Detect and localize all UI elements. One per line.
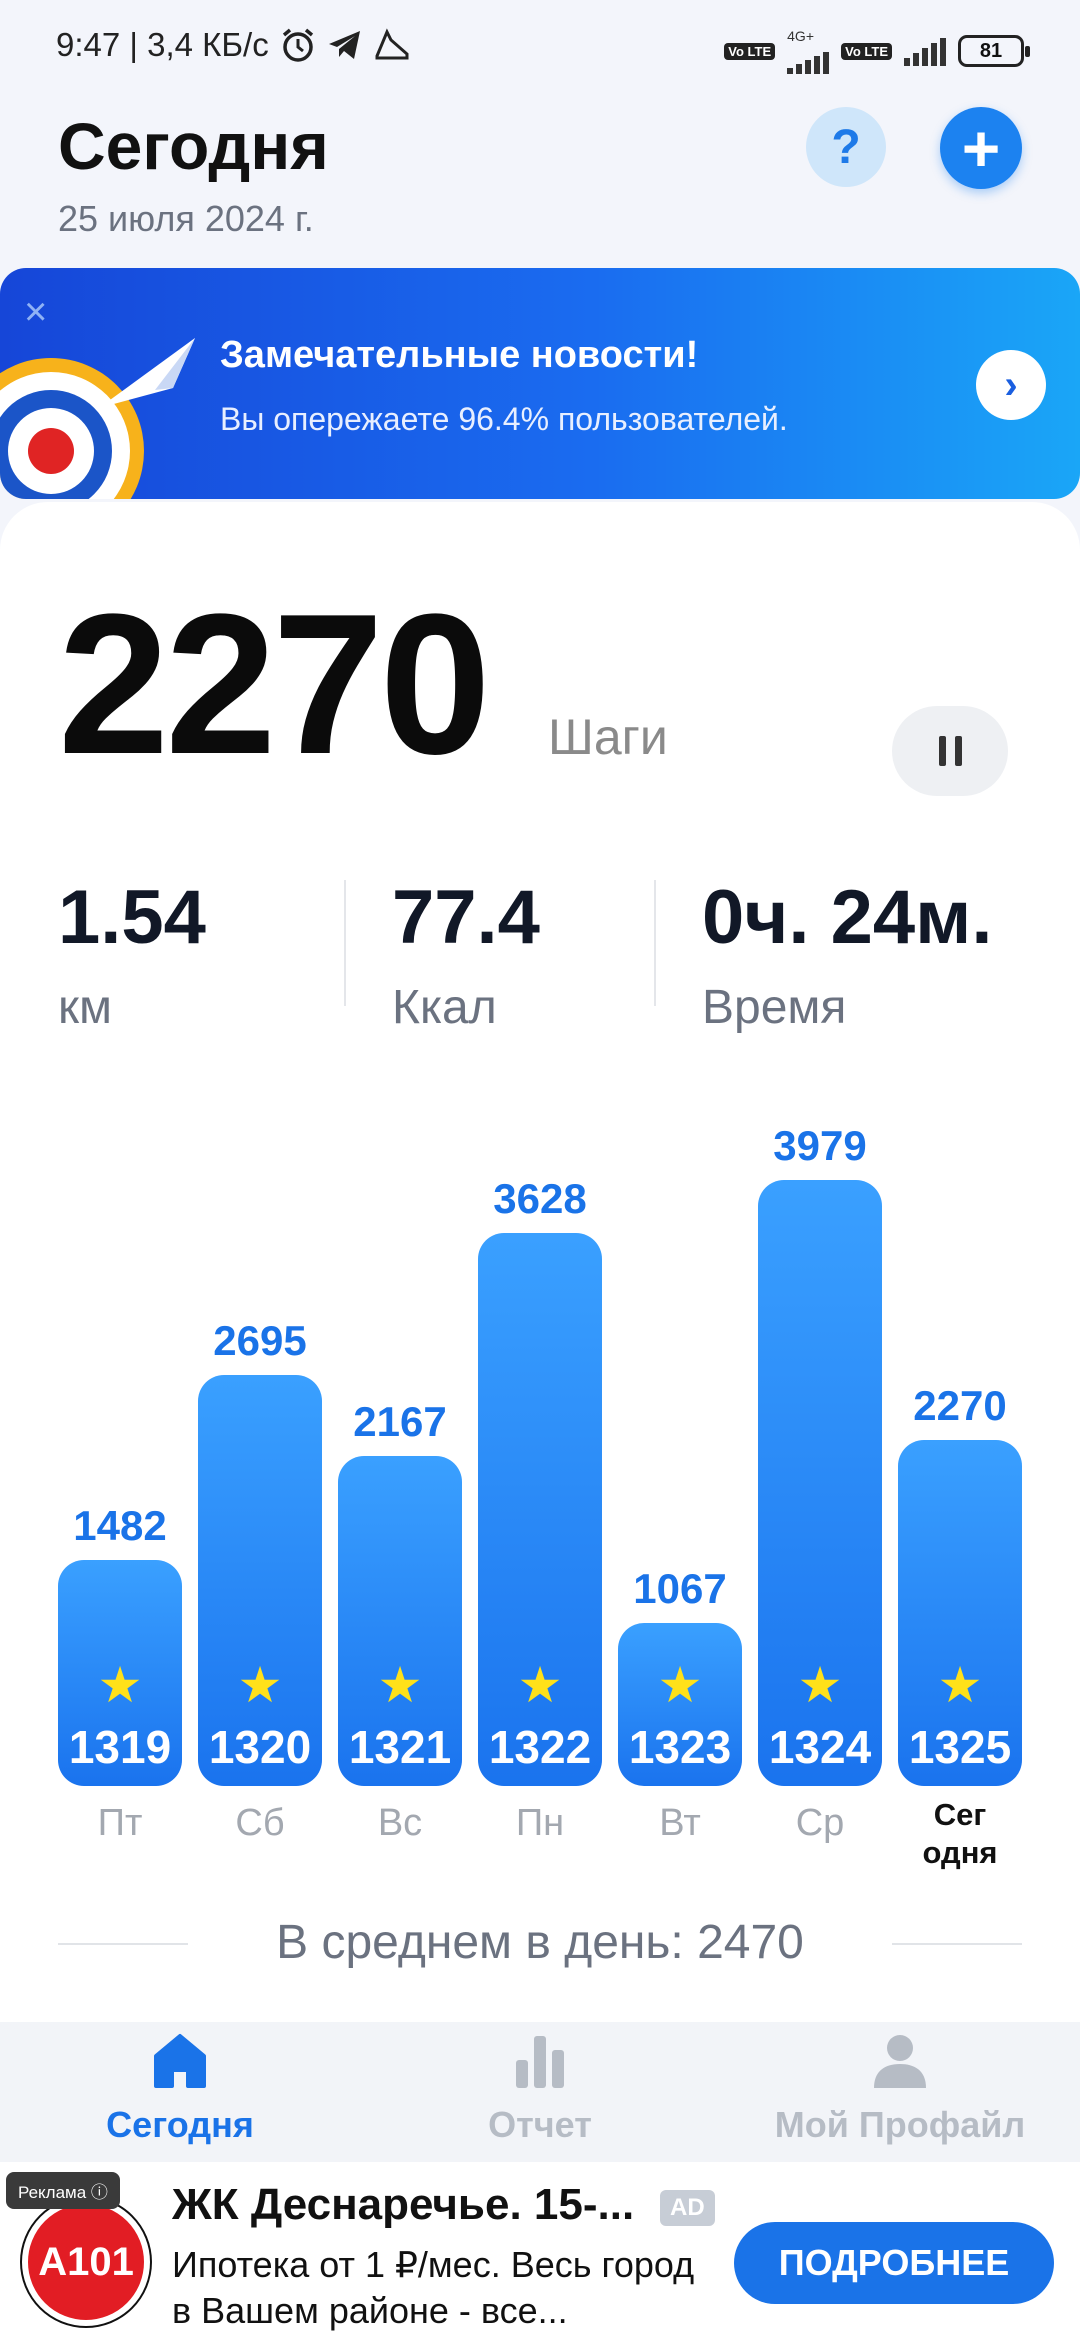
battery-icon: 81	[958, 35, 1030, 67]
question-icon: ?	[831, 120, 861, 174]
volte-badge: Vo LTE	[724, 42, 776, 60]
alarm-icon	[282, 28, 313, 62]
banner-title: Замечательные новости!	[220, 334, 699, 376]
ad-title[interactable]: ЖК Деснаречье. 15-...	[172, 2180, 642, 2230]
day-label: Пн	[515, 1802, 565, 1844]
divider	[344, 880, 346, 1006]
close-icon[interactable]: ×	[24, 290, 47, 335]
user-icon	[874, 2035, 926, 2088]
bar-day-number: 1321	[348, 1721, 452, 1773]
steps-count: 2270	[58, 573, 491, 796]
screen: 9:47 | 3,4 КБ/с Vo LTE 4G+ Vo LTE 81 Сег…	[0, 0, 1080, 2340]
paper-plane-icon	[99, 338, 195, 408]
pause-icon	[938, 736, 946, 766]
signal-icon-2	[904, 36, 946, 66]
time-value: 0ч. 24м.	[702, 875, 993, 960]
star-icon: ★	[797, 1657, 843, 1713]
calories-stat: 77.4 Ккал	[392, 880, 540, 1035]
bar-value-label: 2270	[913, 1382, 1007, 1429]
star-icon: ★	[237, 1657, 283, 1713]
bar-value-label: 1067	[633, 1565, 727, 1612]
bar-value-label: 3979	[773, 1122, 867, 1169]
distance-value: 1.54	[58, 875, 206, 960]
star-icon: ★	[377, 1657, 423, 1713]
star-icon: ★	[97, 1657, 143, 1713]
bottom-nav: Сегодня Отчет Мой Профайл	[0, 2022, 1080, 2162]
day-label: Пт	[97, 1802, 143, 1844]
bar-value-label: 3628	[493, 1175, 587, 1222]
bar-day-number: 1324	[768, 1721, 872, 1773]
status-time: 9:47 | 3,4 КБ/с	[56, 26, 269, 63]
ad-logo: A101	[22, 2198, 150, 2326]
time-unit: Время	[702, 981, 847, 1034]
pause-button[interactable]	[892, 706, 1008, 796]
bar-day-number: 1323	[628, 1721, 732, 1773]
distance-stat: 1.54 км	[58, 880, 206, 1035]
steps-unit: Шаги	[548, 709, 668, 765]
nav-today-label: Сегодня	[106, 2104, 254, 2145]
day-label: Ср	[795, 1802, 845, 1844]
page-date: 25 июля 2024 г.	[58, 198, 314, 239]
divider	[892, 1943, 1022, 1945]
banner-subtitle: Вы опережаете 96.4% пользователей.	[220, 401, 788, 437]
nav-report-label: Отчет	[488, 2104, 592, 2145]
nav-today[interactable]: Сегодня	[0, 2022, 360, 2162]
ad-label: Реклама ⓘ	[6, 2172, 120, 2209]
nav-profile-label: Мой Профайл	[774, 2104, 1026, 2145]
news-banner[interactable]: × Замечательные новости! Вы опережаете 9…	[0, 268, 1080, 499]
ad-text: Ипотека от 1 ₽/мес. Весь город в Вашем р…	[172, 2244, 695, 2331]
network-type: 4G+	[787, 28, 814, 44]
star-icon: ★	[657, 1657, 703, 1713]
calories-value: 77.4	[392, 875, 540, 960]
day-label: Вт	[659, 1802, 701, 1844]
day-label: Сег одня	[922, 1797, 998, 1870]
help-button[interactable]: ?	[806, 107, 886, 187]
star-icon: ★	[517, 1657, 563, 1713]
ad-badge: AD	[660, 2190, 715, 2226]
bar-day-number: 1322	[488, 1721, 592, 1773]
add-button[interactable]: +	[940, 107, 1022, 189]
telegram-icon	[328, 31, 360, 59]
bar-value-label: 1482	[73, 1502, 167, 1549]
day-label: Вс	[377, 1802, 423, 1844]
volte-badge-2: Vo LTE	[841, 42, 892, 60]
divider	[654, 880, 656, 1006]
bar-value-label: 2695	[213, 1317, 307, 1364]
page-title: Сегодня	[58, 109, 329, 183]
calories-unit: Ккал	[392, 981, 497, 1034]
home-icon	[154, 2034, 206, 2088]
star-icon: ★	[937, 1657, 983, 1713]
nav-profile[interactable]: Мой Профайл	[720, 2022, 1080, 2162]
bar-day-number: 1320	[208, 1721, 312, 1773]
bar-day-number: 1319	[68, 1721, 172, 1773]
signal-icon	[787, 44, 830, 74]
status-bar: 9:47 | 3,4 КБ/с Vo LTE 4G+ Vo LTE 81	[0, 0, 1080, 96]
bar-chart-icon	[516, 2036, 564, 2088]
day-label: Сб	[235, 1802, 285, 1844]
plus-icon: +	[961, 111, 1001, 185]
ad-banner[interactable]: A101 Реклама ⓘ ЖК Деснаречье. 15-... AD …	[0, 2162, 1080, 2340]
bar-value-label: 2167	[353, 1398, 447, 1445]
time-stat: 0ч. 24м. Время	[702, 880, 993, 1035]
ad-more-button[interactable]: ПОДРОБНЕЕ	[734, 2222, 1054, 2304]
status-left: 9:47 | 3,4 КБ/с	[56, 26, 411, 64]
status-right: Vo LTE 4G+ Vo LTE 81	[724, 28, 1030, 74]
weekly-steps-chart: 1482 ★ 1319 Пт 2695 ★ 1320 Сб 2167 ★ 1321 Вс 3628 ★ 13…	[0, 1090, 1080, 1870]
distance-unit: км	[58, 981, 112, 1034]
nav-report[interactable]: Отчет	[360, 2022, 720, 2162]
bar-day-number: 1325	[908, 1721, 1012, 1773]
chevron-right-icon[interactable]: ›	[976, 350, 1046, 420]
shoe-icon	[375, 28, 409, 60]
